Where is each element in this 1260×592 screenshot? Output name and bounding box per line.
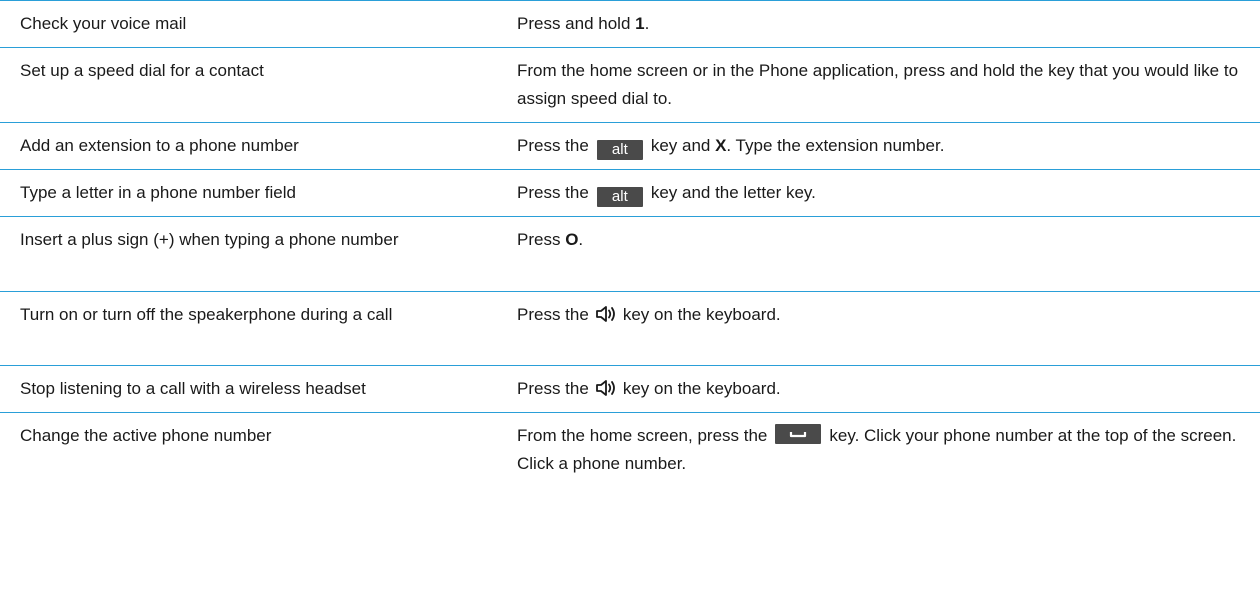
instruction-text: . (578, 230, 584, 249)
instruction-text: From the home screen, press the (517, 426, 768, 445)
alt-key-icon: alt (596, 187, 643, 207)
table-row: Type a letter in a phone number field Pr… (0, 170, 1260, 217)
alt-key-icon: alt (596, 140, 643, 160)
instruction-text: Press (517, 230, 566, 249)
action-cell: Change the active phone number (20, 426, 272, 445)
action-cell: Type a letter in a phone number field (20, 183, 296, 202)
table-row: Stop listening to a call with a wireless… (0, 366, 1260, 413)
table-row: Check your voice mail Press and hold 1. (0, 1, 1260, 48)
instruction-cell: Press O. (497, 217, 1260, 291)
key-name: O (565, 230, 579, 249)
instruction-cell: From the home screen, press the key. Clic… (497, 413, 1260, 490)
instruction-cell: From the home screen or in the Phone app… (517, 61, 1239, 108)
table-row: Turn on or turn off the speakerphone dur… (0, 292, 1260, 366)
instruction-cell: Press the alt key and X. Type the extensio… (497, 123, 1260, 169)
speaker-icon (595, 380, 615, 396)
instruction-cell: Press the key on the keyboard. (497, 292, 1260, 365)
instruction-text: key and the letter key. (650, 183, 816, 202)
instruction-text: key on the keyboard. (622, 379, 781, 398)
instruction-cell: Press the key on the keyboard. (497, 366, 1260, 412)
instruction-cell: Press the alt key and the letter key. (497, 170, 1260, 216)
instruction-text: . Type the extension number. (726, 136, 945, 155)
action-cell: Insert a plus sign (+) when typing a pho… (20, 230, 399, 249)
action-cell: Add an extension to a phone number (20, 136, 299, 155)
table-row: Insert a plus sign (+) when typing a pho… (0, 217, 1260, 292)
key-name: 1 (635, 14, 645, 33)
action-cell: Set up a speed dial for a contact (20, 61, 264, 80)
instruction-text: Press the (517, 379, 589, 398)
action-cell: Check your voice mail (20, 14, 187, 33)
shortcut-table: Check your voice mail Press and hold 1 . … (0, 0, 1260, 490)
instruction-text: Press and hold (517, 14, 636, 33)
send-key-icon (775, 424, 822, 444)
table-row: Set up a speed dial for a contact From t… (0, 48, 1260, 123)
table-row: Change the active phone number From the … (0, 413, 1260, 490)
key-name: X (715, 136, 727, 155)
instruction-text: key on the keyboard. (622, 305, 781, 324)
instruction-text: Press the (517, 136, 589, 155)
instruction-text: . (644, 14, 650, 33)
instruction-text: Press the (517, 305, 589, 324)
action-cell: Turn on or turn off the speakerphone dur… (20, 305, 393, 324)
instruction-cell: Press and hold 1. (497, 1, 1260, 47)
speaker-icon (595, 306, 615, 322)
instruction-text: key and (650, 136, 716, 155)
table-row: Add an extension to a phone number Press… (0, 123, 1260, 170)
instruction-text: Press the (517, 183, 589, 202)
action-cell: Stop listening to a call with a wireless… (20, 379, 366, 398)
